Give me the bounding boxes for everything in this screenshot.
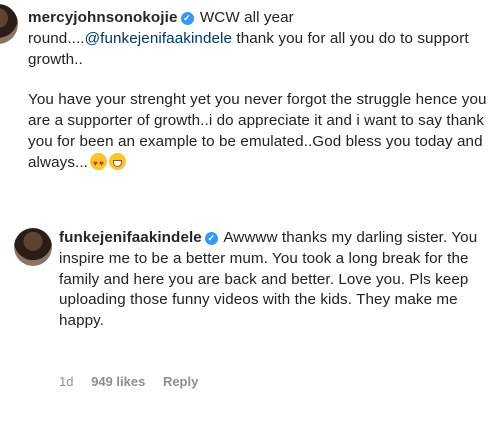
reply-button[interactable]: Reply [163, 374, 198, 389]
reply-comment: funkejenifaakindele ✓ Awwww thanks my dar… [59, 228, 479, 332]
comment-paragraph-1: mercyjohnsonokojie ✓ WCW all year round..… [28, 8, 496, 70]
comment: mercyjohnsonokojie ✓ WCW all year round..… [28, 8, 496, 175]
reply-meta: 1d 949 likes Reply [59, 374, 212, 389]
commenter-username[interactable]: mercyjohnsonokojie [28, 9, 178, 26]
verified-badge-icon: ✓ [180, 12, 194, 25]
replier-avatar[interactable] [14, 228, 52, 266]
comment-paragraph-2: You have your strenght yet you never for… [28, 90, 496, 175]
replier-username[interactable]: funkejenifaakindele [59, 229, 202, 246]
reply-timestamp: 1d [59, 374, 74, 389]
verified-badge-icon: ✓ [204, 232, 218, 245]
grin-sweat-emoji-icon [108, 152, 126, 170]
heart-eyes-emoji-icon [89, 152, 107, 175]
mention-link[interactable]: @funkejenifaakindele [85, 30, 232, 47]
reply-likes-count[interactable]: 949 likes [91, 374, 145, 389]
commenter-avatar[interactable] [0, 4, 18, 44]
